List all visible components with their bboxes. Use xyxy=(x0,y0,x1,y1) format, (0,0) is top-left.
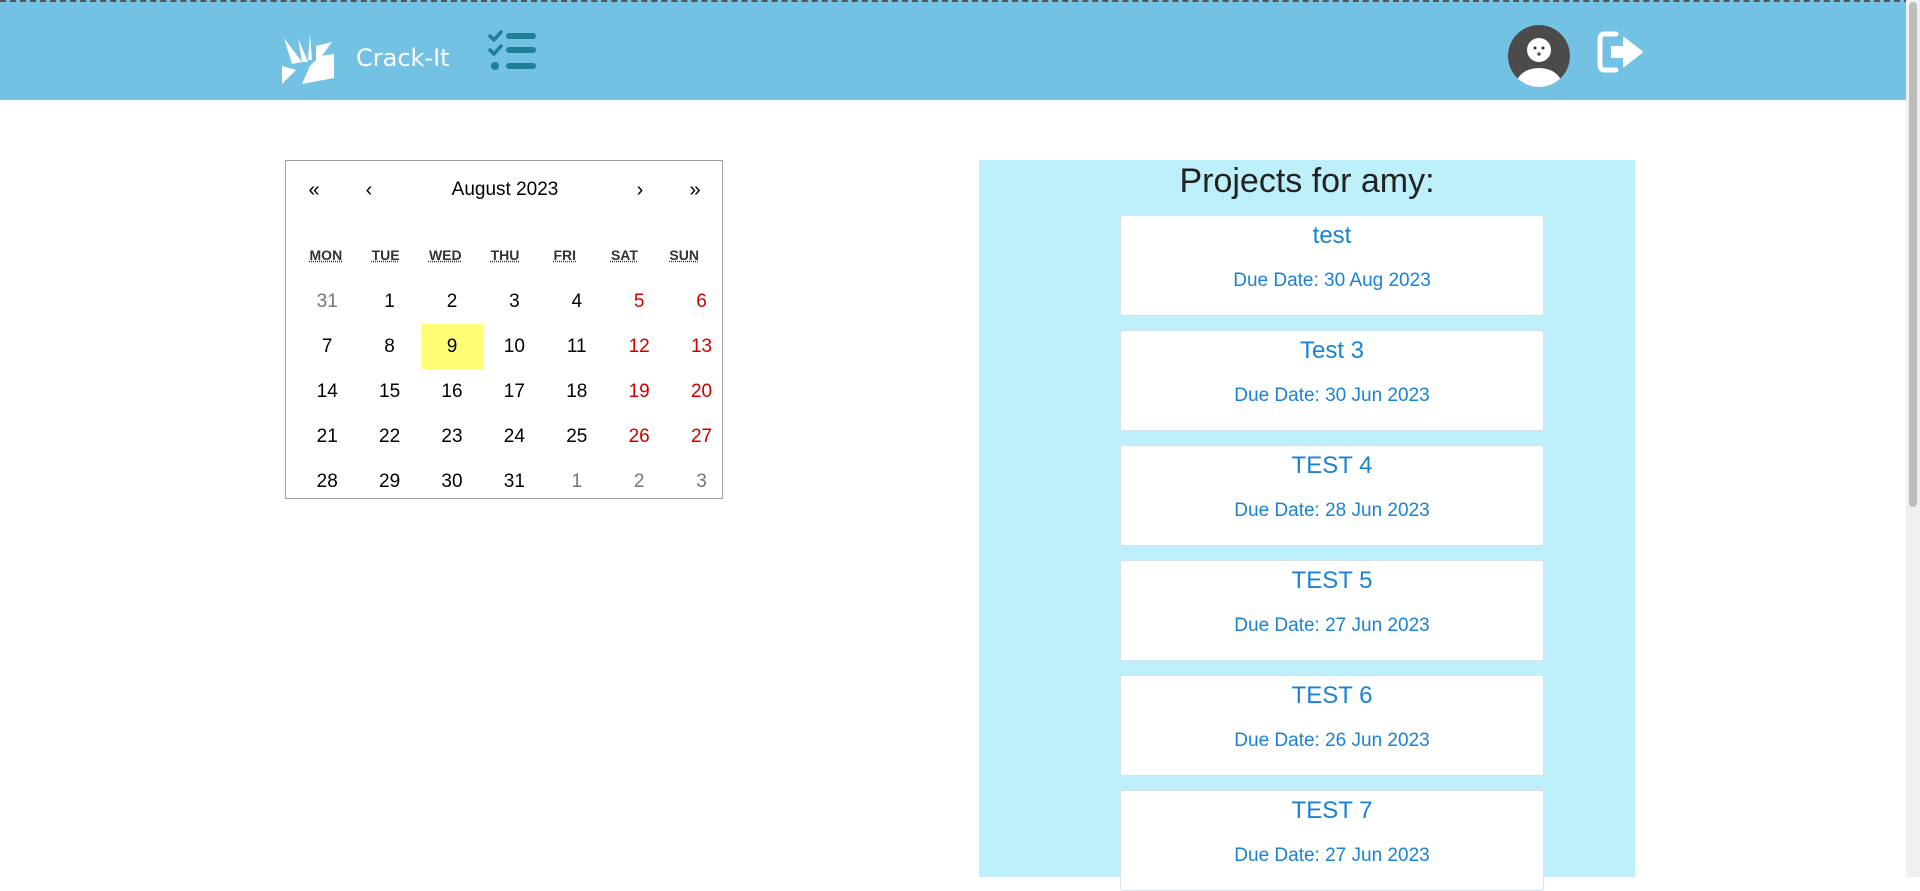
project-card[interactable]: TEST 5 Due Date: 27 Jun 2023 xyxy=(1120,560,1544,661)
calendar-day[interactable]: 3 xyxy=(670,459,732,504)
calendar-day[interactable]: 30 xyxy=(421,459,483,504)
calendar-days: 31 1 2 3 4 5 6 7 8 9 10 11 12 13 14 15 16 17 18 19 20 21 22 23 2… xyxy=(296,279,714,504)
calendar-day[interactable]: 31 xyxy=(483,459,545,504)
weekday-label: SUN xyxy=(669,247,699,263)
project-due-date: Due Date: 27 Jun 2023 xyxy=(1234,615,1430,636)
calendar-day[interactable]: 6 xyxy=(670,279,732,324)
project-card[interactable]: test Due Date: 30 Aug 2023 xyxy=(1120,215,1544,316)
project-card[interactable]: Test 3 Due Date: 30 Jun 2023 xyxy=(1120,330,1544,431)
weekday-label: MON xyxy=(309,247,343,263)
projects-title: Projects for amy: xyxy=(1179,162,1435,200)
weekday-label: THU xyxy=(490,247,520,263)
page-scrollbar[interactable] xyxy=(1906,0,1920,877)
project-name[interactable]: TEST 6 xyxy=(1121,682,1543,710)
calendar-day[interactable]: 4 xyxy=(546,279,608,324)
calendar-day[interactable]: 2 xyxy=(421,279,483,324)
brand-name: Crack-It xyxy=(356,44,450,72)
weekday-label: TUE xyxy=(371,247,400,263)
calendar-day[interactable]: 14 xyxy=(296,369,358,414)
calendar-day[interactable]: 25 xyxy=(546,414,608,459)
calendar: « ‹ August 2023 › » MON TUE WED THU FRI SAT SU… xyxy=(285,160,723,499)
user-avatar[interactable] xyxy=(1508,25,1570,87)
calendar-day[interactable]: 21 xyxy=(296,414,358,459)
next-year-button[interactable]: » xyxy=(675,175,715,205)
calendar-day[interactable]: 22 xyxy=(358,414,420,459)
calendar-navigation: « ‹ August 2023 › » xyxy=(286,161,722,217)
weekday-header: MON TUE WED THU FRI SAT SUN xyxy=(296,247,714,263)
project-due-date: Due Date: 30 Jun 2023 xyxy=(1234,385,1430,406)
calendar-day[interactable]: 2 xyxy=(608,459,670,504)
project-due-date: Due Date: 27 Jun 2023 xyxy=(1234,845,1430,866)
calendar-day[interactable]: 31 xyxy=(296,279,358,324)
calendar-day[interactable]: 13 xyxy=(670,324,732,369)
calendar-day[interactable]: 29 xyxy=(358,459,420,504)
project-card[interactable]: TEST 7 Due Date: 27 Jun 2023 xyxy=(1120,790,1544,891)
project-name[interactable]: test xyxy=(1121,222,1543,250)
calendar-day[interactable]: 26 xyxy=(608,414,670,459)
calendar-day[interactable]: 16 xyxy=(421,369,483,414)
calendar-day[interactable]: 11 xyxy=(546,324,608,369)
calendar-day-today[interactable]: 9 xyxy=(420,324,484,369)
project-card[interactable]: TEST 4 Due Date: 28 Jun 2023 xyxy=(1120,445,1544,546)
project-due-date: Due Date: 26 Jun 2023 xyxy=(1234,730,1430,751)
project-name[interactable]: Test 3 xyxy=(1121,337,1543,365)
calendar-day[interactable]: 1 xyxy=(358,279,420,324)
scrollbar-thumb[interactable] xyxy=(1909,2,1917,507)
brand[interactable]: Crack-It xyxy=(280,32,450,84)
logout-icon[interactable] xyxy=(1596,30,1644,74)
calendar-day[interactable]: 1 xyxy=(546,459,608,504)
calendar-day[interactable]: 12 xyxy=(608,324,670,369)
prev-month-button[interactable]: ‹ xyxy=(349,175,389,205)
project-name[interactable]: TEST 4 xyxy=(1121,452,1543,480)
calendar-day[interactable]: 28 xyxy=(296,459,358,504)
calendar-day[interactable]: 27 xyxy=(670,414,732,459)
project-card[interactable]: TEST 6 Due Date: 26 Jun 2023 xyxy=(1120,675,1544,776)
calendar-day[interactable]: 17 xyxy=(483,369,545,414)
calendar-day[interactable]: 23 xyxy=(421,414,483,459)
calendar-day[interactable]: 15 xyxy=(358,369,420,414)
weekday-label: WED xyxy=(428,247,462,263)
project-due-date: Due Date: 28 Jun 2023 xyxy=(1234,500,1430,521)
project-name[interactable]: TEST 7 xyxy=(1121,797,1543,825)
calendar-day[interactable]: 7 xyxy=(296,324,358,369)
navbar: Crack-It xyxy=(0,0,1920,100)
weekday-label: SAT xyxy=(610,247,638,263)
prev-year-button[interactable]: « xyxy=(294,175,334,205)
sparkle-logo-icon xyxy=(282,34,334,84)
month-label-button[interactable]: August 2023 xyxy=(426,175,584,205)
calendar-day[interactable]: 24 xyxy=(483,414,545,459)
avatar-face-icon xyxy=(1516,38,1562,87)
weekday-label: FRI xyxy=(553,247,577,263)
calendar-day[interactable]: 5 xyxy=(608,279,670,324)
checklist-icon[interactable] xyxy=(488,30,538,74)
project-due-date: Due Date: 30 Aug 2023 xyxy=(1233,270,1431,291)
calendar-day[interactable]: 8 xyxy=(358,324,420,369)
project-name[interactable]: TEST 5 xyxy=(1121,567,1543,595)
calendar-day[interactable]: 3 xyxy=(483,279,545,324)
calendar-day[interactable]: 20 xyxy=(670,369,732,414)
next-month-button[interactable]: › xyxy=(620,175,660,205)
projects-panel: Projects for amy: test Due Date: 30 Aug 2… xyxy=(979,160,1635,891)
calendar-day[interactable]: 18 xyxy=(546,369,608,414)
calendar-day[interactable]: 10 xyxy=(483,324,545,369)
calendar-day[interactable]: 19 xyxy=(608,369,670,414)
